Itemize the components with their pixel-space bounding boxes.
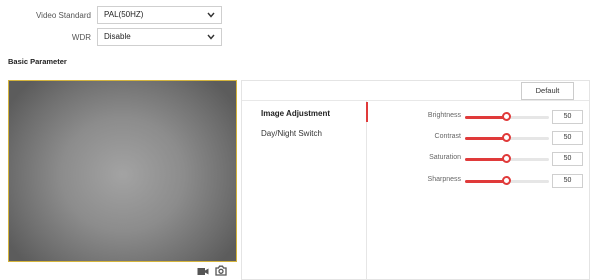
sharpness-slider-fill bbox=[465, 180, 507, 183]
brightness-row: Brightness 50 bbox=[368, 110, 588, 124]
wdr-select[interactable]: Disable bbox=[97, 28, 222, 46]
video-standard-row: Video Standard PAL(50HZ) bbox=[0, 6, 222, 24]
section-title: Basic Parameter bbox=[8, 57, 67, 66]
saturation-value-input[interactable]: 50 bbox=[552, 152, 583, 166]
default-button[interactable]: Default bbox=[521, 82, 574, 100]
image-settings-page: Video Standard PAL(50HZ) WDR Disable Bas… bbox=[0, 0, 590, 280]
saturation-slider[interactable] bbox=[465, 154, 549, 163]
chevron-down-icon bbox=[207, 34, 215, 40]
contrast-slider-thumb[interactable] bbox=[502, 133, 511, 142]
contrast-label: Contrast bbox=[434, 133, 461, 140]
wdr-row: WDR Disable bbox=[0, 28, 222, 46]
brightness-label: Brightness bbox=[427, 112, 461, 119]
sharpness-label: Sharpness bbox=[427, 176, 461, 183]
video-standard-value: PAL(50HZ) bbox=[104, 10, 144, 19]
brightness-slider-thumb[interactable] bbox=[502, 112, 511, 121]
panel-divider bbox=[242, 100, 589, 101]
brightness-slider-fill bbox=[465, 116, 507, 119]
contrast-value-input[interactable]: 50 bbox=[552, 131, 583, 145]
video-camera-icon[interactable] bbox=[197, 267, 209, 276]
video-standard-select[interactable]: PAL(50HZ) bbox=[97, 6, 222, 24]
video-preview[interactable] bbox=[8, 80, 237, 262]
sharpness-value-input[interactable]: 50 bbox=[552, 174, 583, 188]
sharpness-slider[interactable] bbox=[465, 176, 549, 185]
tab-image-adjustment[interactable]: Image Adjustment bbox=[261, 109, 330, 118]
video-toolbar bbox=[8, 262, 237, 280]
wdr-label: WDR bbox=[71, 32, 91, 42]
brightness-slider[interactable] bbox=[465, 112, 549, 121]
chevron-down-icon bbox=[207, 12, 215, 18]
tab-divider bbox=[366, 101, 367, 280]
saturation-slider-fill bbox=[465, 158, 507, 161]
saturation-row: Saturation 50 bbox=[368, 152, 588, 166]
video-standard-label: Video Standard bbox=[35, 10, 91, 20]
camera-icon[interactable] bbox=[215, 265, 227, 276]
wdr-value: Disable bbox=[104, 32, 131, 41]
contrast-slider[interactable] bbox=[465, 133, 549, 142]
saturation-slider-thumb[interactable] bbox=[502, 154, 511, 163]
contrast-row: Contrast 50 bbox=[368, 131, 588, 145]
contrast-slider-fill bbox=[465, 137, 507, 140]
saturation-label: Saturation bbox=[429, 154, 461, 161]
sharpness-row: Sharpness 50 bbox=[368, 174, 588, 188]
tab-day-night-switch[interactable]: Day/Night Switch bbox=[261, 129, 322, 138]
brightness-value-input[interactable]: 50 bbox=[552, 110, 583, 124]
image-settings-panel: Default Image Adjustment Day/Night Switc… bbox=[241, 80, 590, 280]
sharpness-slider-thumb[interactable] bbox=[502, 176, 511, 185]
